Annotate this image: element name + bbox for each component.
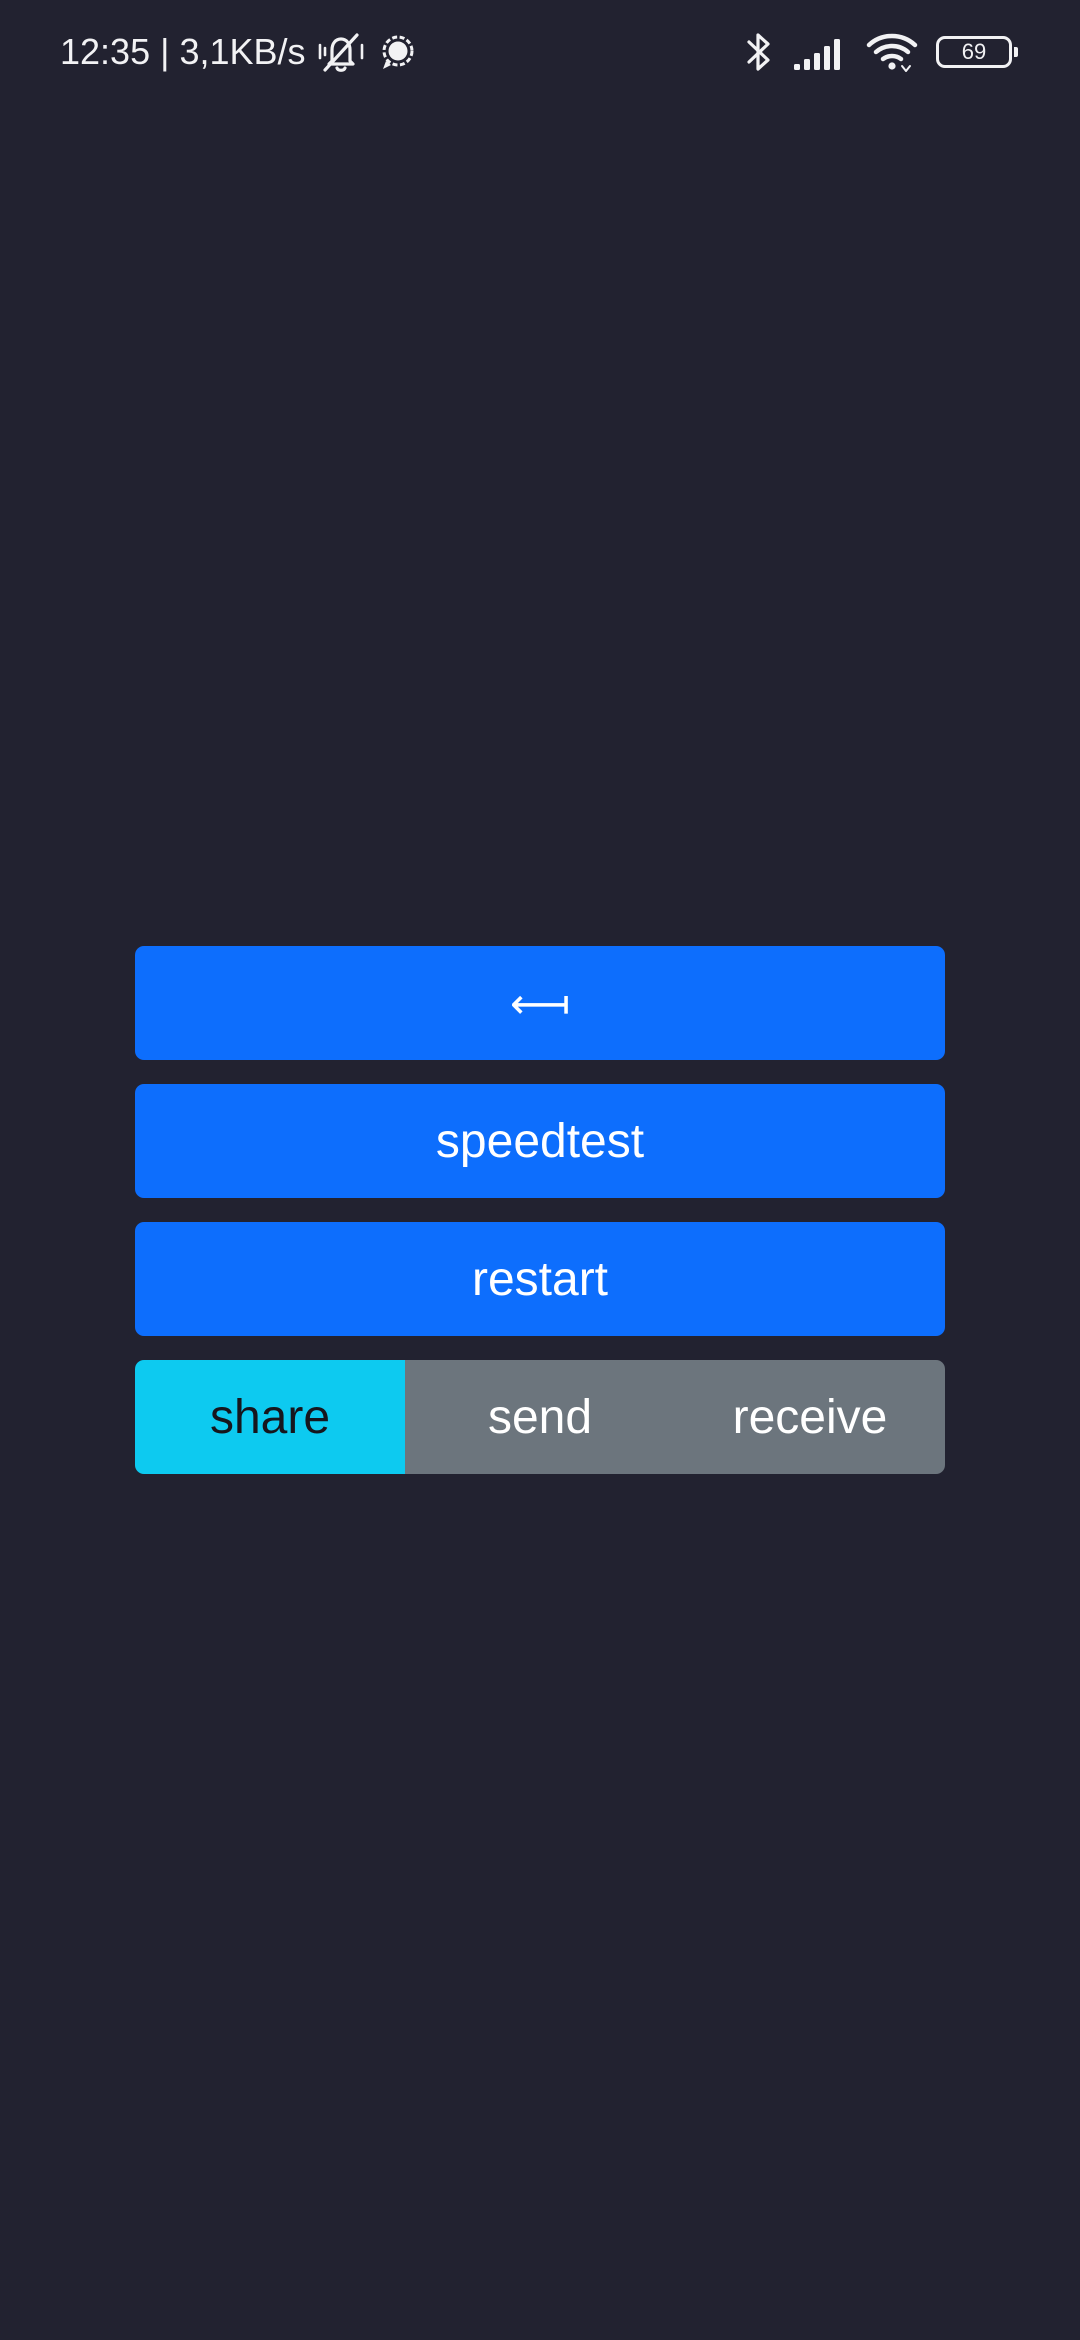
status-right: 69: [744, 28, 1018, 76]
muted-bell-icon: [316, 30, 366, 74]
signal-icon: [792, 30, 848, 74]
status-time-speed: 12:35 | 3,1KB/s: [60, 31, 306, 72]
receive-label: receive: [732, 1390, 888, 1444]
control-panel: ⟻ speedtest restart share send receive: [135, 946, 945, 1474]
mode-button-group: share send receive: [135, 1360, 945, 1474]
share-button[interactable]: share: [135, 1360, 405, 1474]
status-bar: 12:35 | 3,1KB/s 69: [0, 0, 1080, 104]
receive-button[interactable]: receive: [675, 1360, 945, 1474]
send-label: send: [487, 1390, 593, 1444]
bluetooth-icon: [744, 30, 774, 74]
send-button[interactable]: send: [405, 1360, 675, 1474]
status-left: 12:35 | 3,1KB/s: [60, 28, 420, 76]
battery-icon: 69: [936, 36, 1018, 68]
long-left-arrow-icon: ⟻: [509, 979, 571, 1027]
battery-level: 69: [961, 39, 987, 64]
restart-button[interactable]: restart: [135, 1222, 945, 1336]
speedtest-button[interactable]: speedtest: [135, 1084, 945, 1198]
speedtest-label: speedtest: [435, 1114, 645, 1168]
chat-bubble-icon: [376, 30, 420, 74]
back-button[interactable]: ⟻: [135, 946, 945, 1060]
share-label: share: [209, 1390, 331, 1444]
wifi-icon: [866, 30, 918, 74]
restart-label: restart: [471, 1252, 609, 1306]
